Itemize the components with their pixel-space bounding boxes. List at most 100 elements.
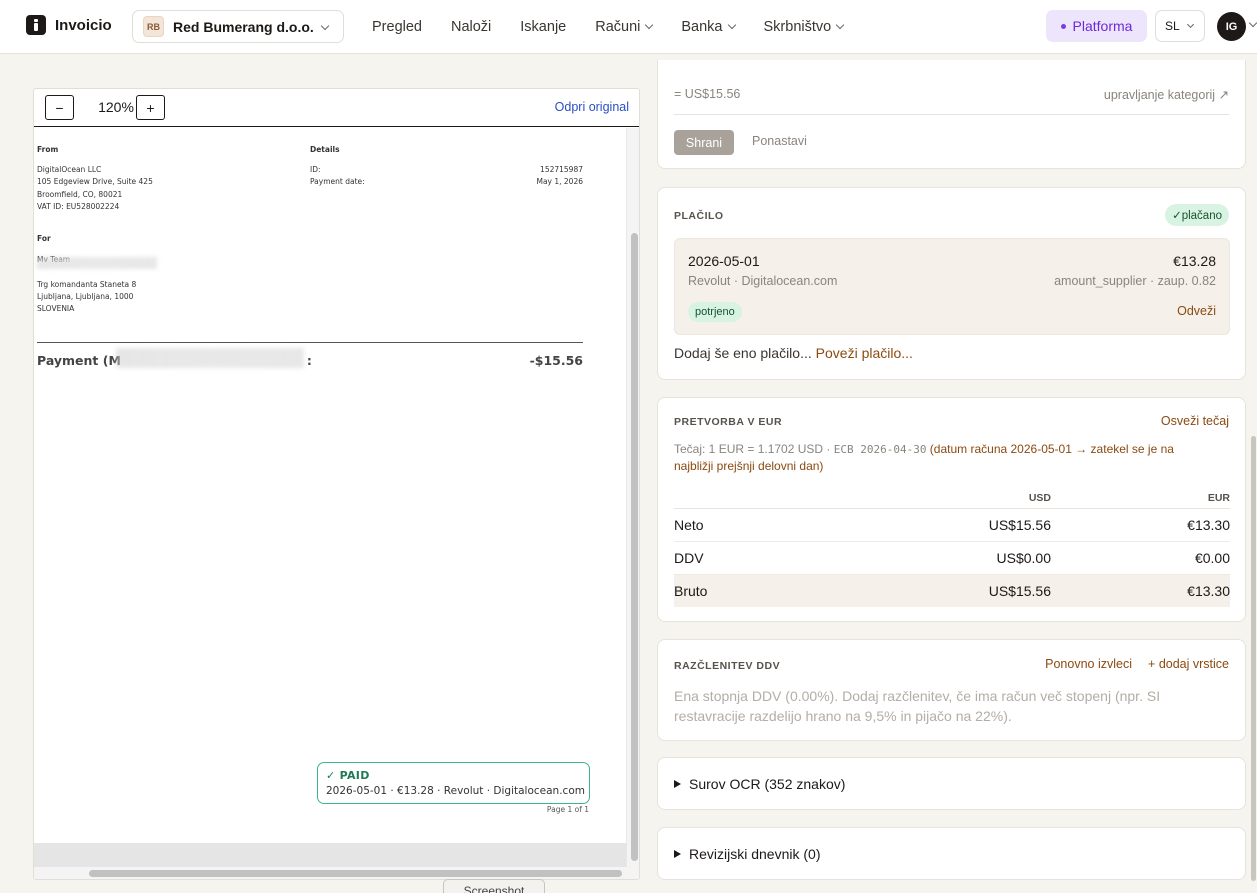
scroll-thumb[interactable] bbox=[631, 233, 638, 861]
col-header-eur: EUR bbox=[1051, 488, 1230, 509]
refresh-rate-button[interactable]: Osveži tečaj bbox=[1161, 414, 1229, 428]
payment-amount: €13.28 bbox=[1173, 253, 1216, 269]
company-selector[interactable]: RB Red Bumerang d.o.o. bbox=[132, 10, 344, 43]
details-heading: Details bbox=[310, 145, 340, 154]
payment-label-end: : bbox=[306, 353, 312, 368]
chevron-down-icon bbox=[835, 20, 845, 30]
language-code: SL bbox=[1165, 19, 1180, 33]
row-label: Neto bbox=[674, 508, 914, 542]
for-line: SLOVENIA bbox=[37, 304, 75, 313]
table-row: DDV US$0.00 €0.00 bbox=[674, 541, 1230, 575]
row-label: DDV bbox=[674, 541, 914, 575]
document-viewer: − 120% + Odpri original From DigitalOcea… bbox=[33, 88, 640, 880]
usd-value: US$15.56 bbox=[914, 508, 1051, 542]
paid-status-badge: ✓plačano bbox=[1165, 204, 1229, 226]
id-value: 152715987 bbox=[540, 165, 583, 174]
vertical-scrollbar[interactable] bbox=[626, 128, 639, 867]
save-button[interactable]: Shrani bbox=[674, 130, 734, 155]
open-original-link[interactable]: Odpri original bbox=[555, 100, 629, 114]
eur-conversion-card: PRETVORBA V EUR Osveži tečaj Tečaj: 1 EU… bbox=[657, 397, 1246, 622]
nav-item-pregled[interactable]: Pregled bbox=[372, 19, 422, 35]
zoom-out-button[interactable]: − bbox=[45, 95, 74, 120]
for-heading: For bbox=[37, 234, 51, 243]
col-header bbox=[674, 488, 914, 509]
add-payment-row: Dodaj še eno plačilo... Poveži plačilo..… bbox=[674, 345, 913, 361]
table-row-total: Bruto US$15.56 €13.30 bbox=[674, 574, 1230, 607]
payment-card-title: PLAČILO bbox=[674, 210, 724, 222]
audit-log-toggle[interactable]: Revizijski dnevnik (0) bbox=[674, 846, 820, 862]
reset-button[interactable]: Ponastavi bbox=[752, 134, 807, 148]
nav-label: Naloži bbox=[450, 19, 492, 35]
rate-source: ECB 2026-04-30 bbox=[833, 443, 927, 456]
nav-item-racuni[interactable]: Računi bbox=[595, 19, 654, 35]
invoice-document: From DigitalOcean LLC 105 Edgeview Drive… bbox=[34, 128, 626, 843]
rate-text: Tečaj: 1 EUR = 1.1702 USD · bbox=[674, 442, 834, 456]
invoicio-logo-icon bbox=[26, 15, 46, 35]
exchange-rate-info: Tečaj: 1 EUR = 1.1702 USD · ECB 2026-04-… bbox=[674, 441, 1214, 474]
page-gap bbox=[34, 843, 626, 867]
nav-label: Skrbništvo bbox=[763, 19, 832, 35]
dot-icon bbox=[1060, 23, 1066, 29]
disclosure-triangle-icon bbox=[674, 780, 681, 788]
chevron-down-icon bbox=[320, 21, 330, 31]
nav-label: Iskanje bbox=[520, 19, 567, 35]
horizontal-scrollbar[interactable] bbox=[34, 867, 639, 879]
nav-item-nalozi[interactable]: Naloži bbox=[451, 19, 491, 35]
linked-payment: 2026-05-01 €13.28 Revolut · Digitalocean… bbox=[674, 238, 1230, 335]
eur-conversion-title: PRETVORBA V EUR bbox=[674, 416, 783, 428]
payment-amount: -$15.56 bbox=[529, 353, 583, 368]
from-line: DigitalOcean LLC bbox=[37, 165, 102, 174]
company-name: Red Bumerang d.o.o. bbox=[173, 18, 314, 35]
payment-match-meta: amount_supplier · zaup. 0.82 bbox=[1054, 274, 1216, 288]
table-header: USD EUR bbox=[674, 488, 1230, 509]
app-logo[interactable]: Invoicio bbox=[26, 15, 112, 35]
unlink-button[interactable]: Odveži bbox=[1177, 304, 1216, 318]
platform-button[interactable]: Platforma bbox=[1046, 10, 1147, 42]
redaction-blur bbox=[37, 257, 157, 269]
nav-label: Računi bbox=[595, 19, 641, 35]
usd-value: US$15.56 bbox=[914, 574, 1051, 607]
conversion-table: USD EUR Neto US$15.56 €13.30 DDV US$0.00… bbox=[674, 488, 1230, 607]
page-scrollbar-thumb[interactable] bbox=[1251, 436, 1256, 881]
main-nav: Pregled Naloži Iskanje Računi Banka Skrb… bbox=[372, 0, 872, 54]
top-navigation-bar: Invoicio RB Red Bumerang d.o.o. Pregled … bbox=[0, 0, 1257, 54]
re-extract-button[interactable]: Ponovno izvleci bbox=[1045, 657, 1132, 671]
from-heading: From bbox=[37, 145, 59, 154]
company-avatar: RB bbox=[143, 16, 164, 37]
chevron-down-icon bbox=[645, 20, 654, 30]
screenshot-tab[interactable]: Screenshot bbox=[443, 879, 545, 893]
eur-value: €13.30 bbox=[1051, 574, 1230, 607]
vat-breakdown-card: RAZČLENITEV DDV Ponovno izvleci + dodaj … bbox=[657, 639, 1246, 741]
payment-date: 2026-05-01 bbox=[688, 253, 760, 269]
zoom-in-button[interactable]: + bbox=[136, 95, 165, 120]
user-avatar[interactable]: IG bbox=[1217, 12, 1246, 41]
vat-note: Ena stopnja DDV (0.00%). Dodaj razčlenit… bbox=[674, 688, 1161, 724]
from-line: VAT ID: EU528002224 bbox=[37, 202, 120, 211]
audit-log-title: Revizijski dnevnik (0) bbox=[689, 846, 821, 862]
nav-label: Pregled bbox=[372, 19, 422, 35]
nav-item-banka[interactable]: Banka bbox=[681, 19, 736, 35]
from-line: Broomfield, CO, 80021 bbox=[37, 190, 123, 199]
from-line: 105 Edgeview Drive, Suite 425 bbox=[37, 177, 153, 186]
nav-item-iskanje[interactable]: Iskanje bbox=[520, 19, 566, 35]
raw-ocr-card[interactable]: Surov OCR (352 znakov) bbox=[657, 757, 1246, 810]
redaction-blur bbox=[116, 348, 304, 368]
raw-ocr-toggle[interactable]: Surov OCR (352 znakov) bbox=[674, 776, 845, 792]
chevron-down-icon[interactable] bbox=[1248, 18, 1257, 28]
vat-breakdown-title: RAZČLENITEV DDV bbox=[674, 660, 781, 672]
categories-actions: Shrani Ponastavi bbox=[658, 74, 1245, 174]
chevron-down-icon bbox=[1186, 20, 1195, 29]
nav-item-skrbnistvo[interactable]: Skrbništvo bbox=[763, 19, 845, 35]
platform-label: Platforma bbox=[1072, 18, 1133, 34]
link-payment-link[interactable]: Poveži plačilo... bbox=[816, 345, 913, 361]
eur-value: €13.30 bbox=[1051, 508, 1230, 542]
scroll-thumb[interactable] bbox=[89, 870, 622, 877]
audit-log-card[interactable]: Revizijski dnevnik (0) bbox=[657, 827, 1246, 880]
language-selector[interactable]: SL bbox=[1155, 10, 1205, 42]
viewer-toolbar: − 120% + Odpri original bbox=[34, 89, 639, 127]
eur-value: €0.00 bbox=[1051, 541, 1230, 575]
payment-source: Revolut · Digitalocean.com bbox=[688, 274, 838, 288]
row-label: Bruto bbox=[674, 574, 914, 607]
confirmed-pill: potrjeno bbox=[688, 302, 742, 322]
add-rows-button[interactable]: + dodaj vrstice bbox=[1148, 657, 1229, 671]
